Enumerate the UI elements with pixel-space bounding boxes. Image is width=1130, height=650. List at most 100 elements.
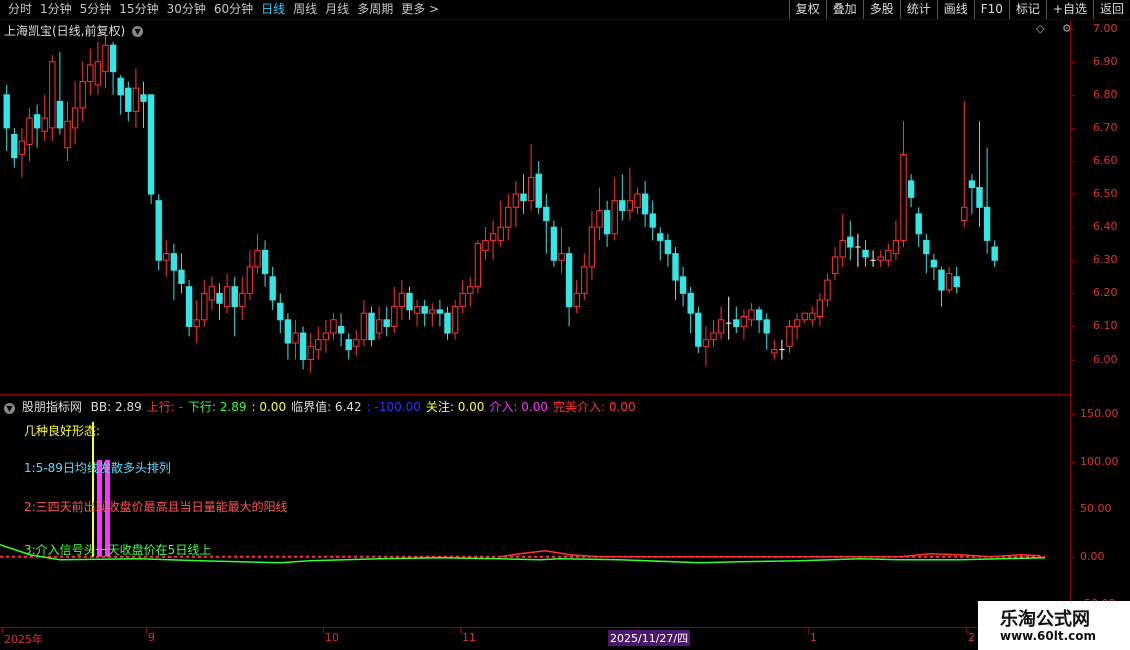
pane-divider	[0, 394, 1070, 395]
candle-down	[337, 325, 345, 334]
candle-up	[527, 177, 535, 202]
candle-down	[755, 309, 763, 321]
price-label: 6.60	[1093, 153, 1118, 167]
date-axis	[0, 628, 1070, 650]
date-label: 1	[810, 631, 817, 644]
candle-up	[467, 286, 474, 294]
price-tick	[1070, 28, 1075, 30]
watermark-url: www.60lt.com	[1000, 629, 1097, 643]
candle-up	[702, 339, 710, 347]
indicator-axis-label: 100.00	[1080, 454, 1119, 468]
candle-up	[375, 319, 383, 334]
candle-up	[322, 332, 330, 341]
indicator-field-3: : 0.00	[251, 400, 287, 414]
candle-up	[740, 316, 748, 327]
candle-down	[368, 312, 375, 341]
indicator-fields: BB: 2.89 上行: - 下行: 2.89: 0.00 临界值: 6.42: -1…	[91, 400, 641, 414]
candle-up	[360, 312, 368, 341]
indicator-chevron-icon[interactable]: ▼	[4, 403, 15, 414]
price-tick	[1070, 94, 1075, 96]
indicator-tick	[1070, 461, 1075, 463]
candle-down	[33, 114, 41, 129]
annotation-line3: 3:介入信号头一天收盘价在5日线上	[24, 543, 212, 557]
candle-up	[581, 266, 588, 294]
indicator-field-5: : -100.00	[366, 400, 421, 414]
candle-down	[216, 292, 223, 304]
candle-up	[330, 319, 337, 334]
candle-up	[558, 253, 565, 261]
candle-up	[307, 345, 314, 361]
price-label: 6.50	[1093, 187, 1118, 201]
candle-down	[983, 206, 991, 241]
candle-up	[505, 206, 512, 228]
candle-up	[451, 306, 459, 334]
indicator-field-7: 介入: 0.00	[489, 400, 548, 414]
candle-up	[786, 325, 793, 347]
candle-down	[664, 239, 672, 255]
date-tick	[146, 628, 147, 634]
candle-down	[641, 193, 649, 215]
candle-down	[672, 253, 679, 281]
kline-chart[interactable]	[0, 0, 1070, 628]
candle-up	[26, 117, 33, 145]
candle-up	[824, 279, 831, 301]
date-tick	[460, 628, 461, 634]
candle-down	[968, 180, 976, 188]
candle-down	[938, 269, 945, 291]
candle-up	[611, 200, 618, 235]
indicator-axis-label: 0.00	[1080, 549, 1105, 563]
price-tick	[1070, 260, 1075, 262]
candle-up	[892, 239, 900, 255]
candle-down	[657, 233, 664, 241]
candle-up	[945, 272, 953, 291]
candle-down	[687, 292, 694, 314]
candle-up	[748, 309, 755, 321]
candle-up	[71, 107, 79, 129]
candle-up	[132, 87, 140, 112]
cursor-date: 2025/11/27/四	[608, 630, 691, 646]
candle-up	[793, 319, 801, 327]
candle-down	[915, 213, 922, 235]
candle-up	[801, 312, 808, 321]
candle-down	[550, 226, 558, 261]
candle-up	[512, 193, 520, 208]
candle-up	[87, 64, 94, 83]
candle-up	[717, 319, 725, 334]
candle-up	[809, 312, 816, 321]
candle-down	[953, 276, 960, 288]
candle-up	[482, 239, 489, 251]
date-tick	[966, 628, 967, 634]
candle-down	[11, 134, 18, 159]
candle-down	[178, 269, 185, 284]
indicator-tick	[1070, 556, 1075, 558]
candle-up	[163, 253, 170, 261]
date-label: 2025年	[4, 633, 43, 646]
date-label: 2	[968, 631, 975, 644]
indicator-axis-label: 150.00	[1080, 407, 1119, 421]
candle-down	[406, 292, 413, 311]
annotation-line2: 2:三四天前出现收盘价最高且当日量能最大的阳线	[24, 500, 288, 514]
indicator-field-4: 临界值: 6.42	[291, 400, 362, 414]
candle-down	[535, 173, 542, 208]
candle-down	[56, 100, 64, 129]
candle-up	[208, 286, 216, 301]
indicator-axis-label: 50.00	[1080, 502, 1112, 516]
candle-up	[79, 81, 86, 109]
price-label: 7.00	[1093, 21, 1118, 35]
date-tick	[808, 628, 809, 634]
watermark-logo: 乐淘公式网 www.60lt.com	[978, 601, 1130, 650]
candle-up	[193, 319, 200, 327]
candle-down	[862, 249, 869, 258]
price-label: 6.40	[1093, 220, 1118, 234]
candle-up	[489, 233, 497, 241]
candle-up	[49, 61, 56, 129]
indicator-name[interactable]: 股朋指标网	[22, 400, 82, 414]
candle-down	[147, 94, 155, 195]
candle-up	[961, 206, 968, 222]
candle-down	[185, 286, 193, 327]
candle-down	[649, 213, 656, 228]
price-label: 6.90	[1093, 54, 1118, 68]
toolbar-button-8[interactable]: 返回	[1092, 0, 1130, 19]
date-tick	[323, 628, 324, 634]
indicator-field-0: BB: 2.89	[90, 400, 142, 414]
